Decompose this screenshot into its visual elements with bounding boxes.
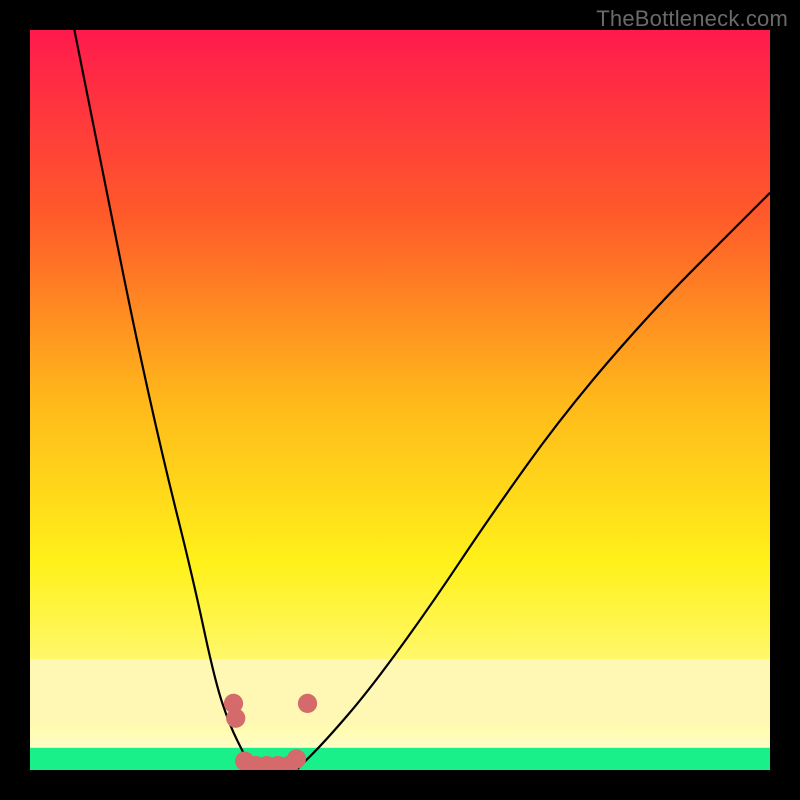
marker-dot — [298, 694, 317, 713]
plot-area — [30, 30, 770, 770]
marker-dot — [226, 709, 245, 728]
highlight-band — [30, 659, 770, 726]
marker-dot — [287, 749, 306, 768]
chart-svg — [30, 30, 770, 770]
chart-frame: TheBottleneck.com — [0, 0, 800, 800]
floor-band — [30, 748, 770, 770]
watermark-text: TheBottleneck.com — [596, 6, 788, 32]
